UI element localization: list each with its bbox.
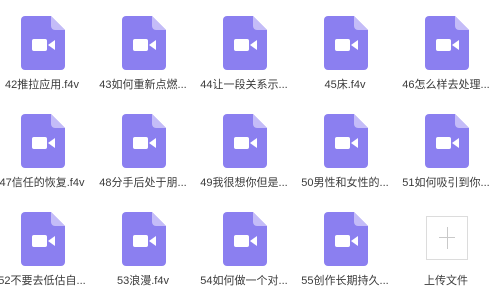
video-file-icon [425, 16, 469, 70]
file-name: 45床.f4v [324, 79, 366, 91]
file-item[interactable]: 44让一段关系示... [200, 16, 288, 106]
file-item[interactable]: 42推拉应用.f4v [0, 16, 84, 106]
file-name: 55创作长期持久... [301, 275, 389, 287]
file-name: 48分手后处于朋... [99, 177, 187, 189]
file-item[interactable]: 46怎么样去处理... [402, 16, 490, 106]
upload-file-button[interactable]: 上传文件 [404, 212, 488, 296]
file-name: 50男性和女性的... [301, 177, 389, 189]
file-item[interactable]: 51如何吸引到你... [402, 114, 490, 204]
video-file-icon [122, 16, 166, 70]
video-file-icon [21, 212, 65, 266]
file-grid: 42推拉应用.f4v 43如何重新点燃... 44让一段关系示... 45床.f… [0, 0, 500, 296]
video-file-icon [425, 114, 469, 168]
file-item[interactable]: 52不要去低估自... [0, 212, 86, 296]
file-item[interactable]: 48分手后处于朋... [99, 114, 187, 204]
plus-icon [427, 217, 467, 259]
video-file-icon [324, 212, 368, 266]
file-item[interactable]: 47信任的恢复.f4v [0, 114, 84, 204]
file-item[interactable]: 43如何重新点燃... [99, 16, 187, 106]
file-item[interactable]: 45床.f4v [303, 16, 387, 106]
video-file-icon [122, 114, 166, 168]
file-name: 42推拉应用.f4v [5, 79, 79, 91]
file-item[interactable]: 49我很想你但是... [200, 114, 288, 204]
file-item[interactable]: 55创作长期持久... [301, 212, 389, 296]
file-item[interactable]: 50男性和女性的... [301, 114, 389, 204]
video-file-icon [223, 114, 267, 168]
file-item[interactable]: 53浪漫.f4v [101, 212, 185, 296]
file-item[interactable]: 54如何做一个对... [200, 212, 288, 296]
video-file-icon [324, 114, 368, 168]
file-name: 53浪漫.f4v [117, 275, 169, 287]
file-name: 43如何重新点燃... [99, 79, 187, 91]
video-file-icon [223, 212, 267, 266]
video-file-icon [223, 16, 267, 70]
file-name: 47信任的恢复.f4v [0, 177, 85, 189]
file-name: 49我很想你但是... [200, 177, 288, 189]
file-name: 46怎么样去处理... [402, 79, 490, 91]
video-file-icon [21, 114, 65, 168]
video-file-icon [21, 16, 65, 70]
file-name: 52不要去低估自... [0, 275, 86, 287]
upload-box[interactable] [426, 216, 468, 260]
video-file-icon [122, 212, 166, 266]
video-file-icon [324, 16, 368, 70]
upload-label: 上传文件 [424, 275, 468, 287]
file-name: 44让一段关系示... [200, 79, 288, 91]
file-name: 51如何吸引到你... [402, 177, 490, 189]
file-name: 54如何做一个对... [200, 275, 288, 287]
